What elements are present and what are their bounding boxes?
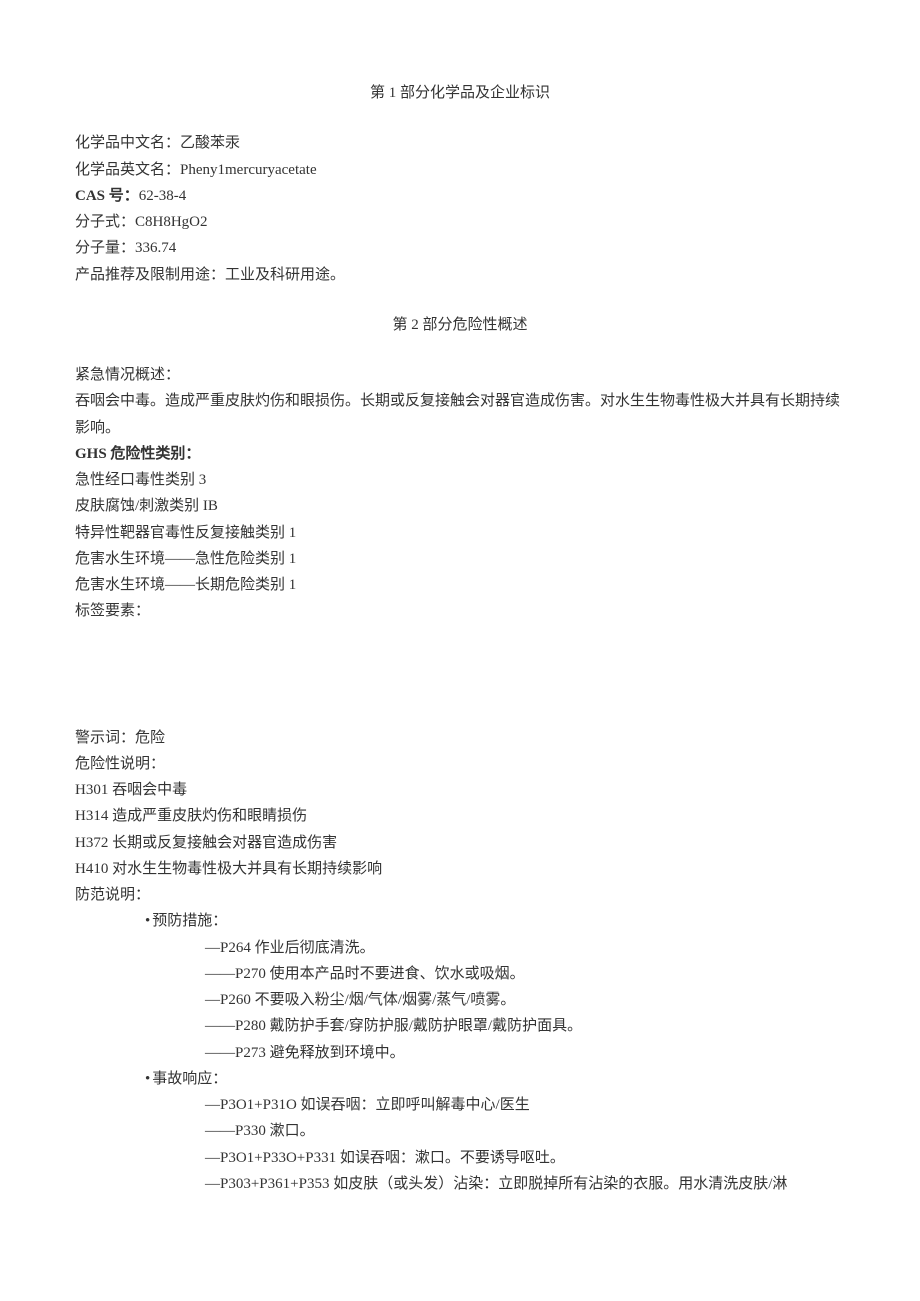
field-use: 产品推荐及限制用途：工业及科研用途。 — [75, 262, 845, 288]
response-label: 事故响应： — [75, 1066, 845, 1092]
section-1-title: 第 1 部分化学品及企业标识 — [75, 80, 845, 106]
signal-word: 警示词：危险 — [75, 725, 845, 751]
ghs-line: 特异性靶器官毒性反复接触类别 1 — [75, 520, 845, 546]
response-line: ——P330 漱口。 — [75, 1118, 845, 1144]
response-line: —P303+P361+P353 如皮肤（或头发）沾染：立即脱掉所有沾染的衣服。用… — [75, 1171, 845, 1197]
value: 乙酸苯汞 — [180, 135, 240, 151]
value: 危险 — [135, 730, 165, 746]
value: 62-38-4 — [139, 188, 187, 204]
field-name-cn: 化学品中文名：乙酸苯汞 — [75, 130, 845, 156]
section-2-body: 紧急情况概述： 吞咽会中毒。造成严重皮肤灼伤和眼损伤。长期或反复接触会对器官造成… — [75, 362, 845, 1197]
response-line: —P3O1+P33O+P331 如误吞咽：漱口。不要诱导呕吐。 — [75, 1145, 845, 1171]
ghs-label: GHS 危险性类别： — [75, 441, 845, 467]
field-mw: 分子量：336.74 — [75, 235, 845, 261]
value: 工业及科研用途。 — [225, 267, 345, 283]
emergency-text: 吞咽会中毒。造成严重皮肤灼伤和眼损伤。长期或反复接触会对器官造成伤害。对水生生物… — [75, 388, 845, 441]
label: 产品推荐及限制用途： — [75, 267, 225, 283]
field-cas: CAS 号：62-38-4 — [75, 183, 845, 209]
label: 化学品英文名： — [75, 162, 180, 178]
section-2-title: 第 2 部分危险性概述 — [75, 312, 845, 338]
hazard-line: H372 长期或反复接触会对器官造成伤害 — [75, 830, 845, 856]
value: Pheny1mercuryacetate — [180, 162, 317, 178]
prevention-label: 预防措施： — [75, 908, 845, 934]
pictogram-placeholder — [75, 625, 845, 725]
hazard-line: H301 吞咽会中毒 — [75, 777, 845, 803]
response-line: —P3O1+P31O 如误吞咽：立即呼叫解毒中心/医生 — [75, 1092, 845, 1118]
ghs-line: 皮肤腐蚀/刺激类别 IB — [75, 493, 845, 519]
precaution-label: 防范说明： — [75, 882, 845, 908]
ghs-line: 危害水生环境——长期危险类别 1 — [75, 572, 845, 598]
hazard-line: H314 造成严重皮肤灼伤和眼睛损伤 — [75, 803, 845, 829]
label: 分子式： — [75, 214, 135, 230]
prevention-line: ——P273 避免释放到环境中。 — [75, 1040, 845, 1066]
label: 警示词： — [75, 730, 135, 746]
prevention-line: —P264 作业后彻底清洗。 — [75, 935, 845, 961]
ghs-line: 危害水生环境——急性危险类别 1 — [75, 546, 845, 572]
prevention-line: —P260 不要吸入粉尘/烟/气体/烟雾/蒸气/喷雾。 — [75, 987, 845, 1013]
label-elements-label: 标签要素： — [75, 598, 845, 624]
value: C8H8HgO2 — [135, 214, 208, 230]
field-name-en: 化学品英文名：Pheny1mercuryacetate — [75, 157, 845, 183]
ghs-line: 急性经口毒性类别 3 — [75, 467, 845, 493]
hazard-line: H410 对水生生物毒性极大并具有长期持续影响 — [75, 856, 845, 882]
hazard-label: 危险性说明： — [75, 751, 845, 777]
value: 336.74 — [135, 240, 176, 256]
emergency-label: 紧急情况概述： — [75, 362, 845, 388]
label: 化学品中文名： — [75, 135, 180, 151]
label: CAS 号： — [75, 188, 139, 204]
field-formula: 分子式：C8H8HgO2 — [75, 209, 845, 235]
prevention-line: ——P280 戴防护手套/穿防护服/戴防护眼罩/戴防护面具。 — [75, 1013, 845, 1039]
label: 分子量： — [75, 240, 135, 256]
section-1-body: 化学品中文名：乙酸苯汞 化学品英文名：Pheny1mercuryacetate … — [75, 130, 845, 288]
prevention-line: ——P270 使用本产品时不要进食、饮水或吸烟。 — [75, 961, 845, 987]
